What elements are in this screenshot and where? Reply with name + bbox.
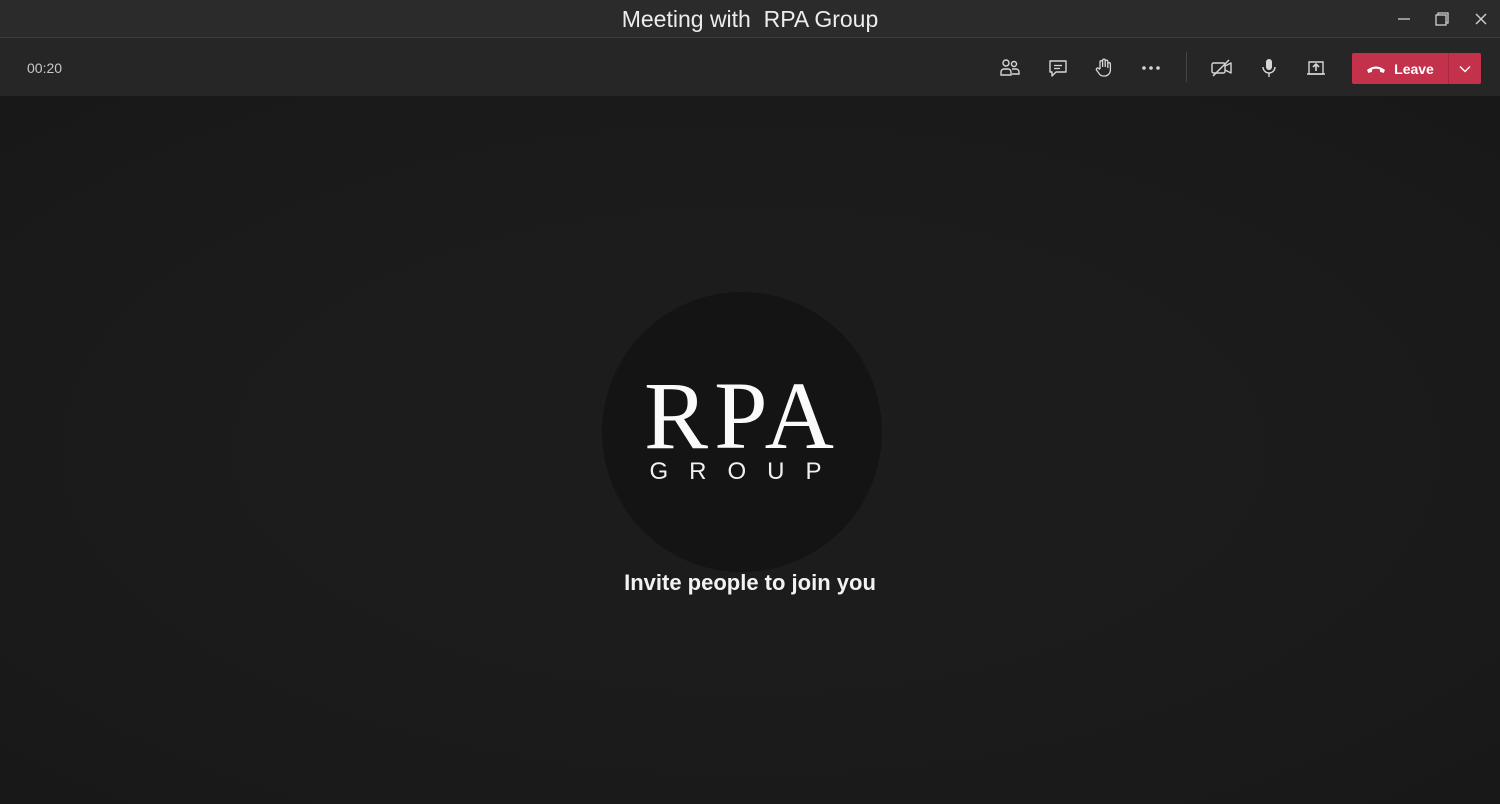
meeting-window: Meeting with RPA Group 00:20 Leave RPA G… <box>0 0 1500 804</box>
chevron-down-icon <box>1459 65 1471 72</box>
invite-prompt: Invite people to join you <box>624 570 876 595</box>
leave-button-group: Leave <box>1352 53 1481 84</box>
chat-icon <box>1049 60 1067 77</box>
ellipsis-icon <box>1142 66 1160 70</box>
more-actions-button[interactable] <box>1133 50 1169 86</box>
meeting-toolbar: 00:20 Leave <box>0 38 1500 96</box>
camera-toggle-button[interactable] <box>1204 50 1240 86</box>
participants-button[interactable] <box>992 50 1028 86</box>
close-icon <box>1475 13 1487 25</box>
window-title: Meeting with RPA Group <box>621 6 879 32</box>
leave-options-dropdown[interactable] <box>1449 53 1481 84</box>
camera-off-icon <box>1211 59 1232 77</box>
hand-icon <box>1095 58 1112 77</box>
leave-button[interactable]: Leave <box>1352 53 1448 84</box>
meeting-avatar: RPA GROUP <box>602 292 882 572</box>
restore-icon <box>1435 12 1449 26</box>
minimize-button[interactable] <box>1384 0 1424 38</box>
share-screen-button[interactable] <box>1298 50 1334 86</box>
meeting-timer: 00:20 <box>27 60 63 76</box>
mic-toggle-button[interactable] <box>1251 50 1287 86</box>
logo-subtitle: GROUP <box>649 458 843 485</box>
raise-hand-button[interactable] <box>1086 50 1122 86</box>
share-tray-icon <box>1307 61 1325 75</box>
toolbar-divider <box>1186 52 1187 82</box>
chat-button[interactable] <box>1040 50 1076 86</box>
microphone-icon <box>1262 59 1276 77</box>
title-bar: Meeting with RPA Group <box>0 0 1500 38</box>
leave-label: Leave <box>1394 60 1434 77</box>
hang-up-icon <box>1367 66 1386 73</box>
minimize-icon <box>1398 18 1410 20</box>
close-window-button[interactable] <box>1461 0 1500 38</box>
logo-wordmark: RPA <box>644 362 840 469</box>
people-icon <box>1000 59 1020 76</box>
meeting-stage: RPA GROUP Invite people to join you <box>0 96 1500 804</box>
restore-button[interactable] <box>1422 0 1462 38</box>
